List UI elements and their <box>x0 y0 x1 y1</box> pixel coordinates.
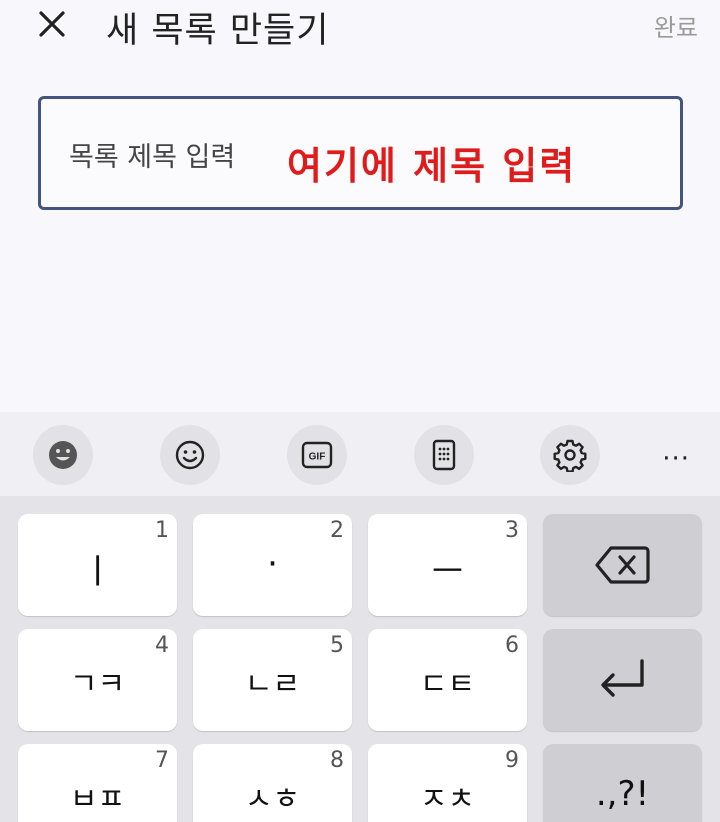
key-8[interactable]: 8 ㅅㅎ <box>193 744 352 822</box>
key-glyph: ㄴㄹ <box>244 667 301 702</box>
key-9[interactable]: 9 ㅈㅊ <box>368 744 527 822</box>
keypad-button[interactable] <box>414 425 474 485</box>
key-glyph: ㄷㅌ <box>419 667 476 702</box>
backspace-icon <box>594 546 650 584</box>
key-glyph: ㅣ <box>81 552 114 592</box>
create-list-screen: 새 목록 만들기 완료 목록 제목 입력 여기에 제목 입력 GIF ··· 1… <box>0 0 720 822</box>
emoji-face-button[interactable] <box>33 425 93 485</box>
settings-button[interactable] <box>540 425 600 485</box>
key-number: 2 <box>330 518 344 543</box>
key-glyph: ㅂㅍ <box>69 782 126 817</box>
key-6[interactable]: 6 ㄷㅌ <box>368 629 527 731</box>
gif-icon: GIF <box>301 441 333 469</box>
done-button[interactable]: 완료 <box>654 8 698 43</box>
annotation-text: 여기에 제목 입력 <box>287 144 577 188</box>
close-icon <box>39 11 65 37</box>
punctuation-key[interactable]: .,?! <box>543 744 702 822</box>
key-number: 1 <box>155 518 169 543</box>
key-7[interactable]: 7 ㅂㅍ <box>18 744 177 822</box>
header-bar: 새 목록 만들기 완료 <box>0 0 720 60</box>
enter-key[interactable] <box>543 629 702 731</box>
key-number: 8 <box>330 748 344 773</box>
keyboard-keys: 1 ㅣ 2 · 3 ㅡ 4 ㄱㅋ 5 ㄴㄹ 6 ㄷㅌ 7 ㅂㅍ 8 ㅅㅎ 9 ㅈ… <box>0 496 720 822</box>
keyboard-toolbar: GIF ··· <box>0 412 720 496</box>
key-number: 4 <box>155 633 169 658</box>
key-5[interactable]: 5 ㄴㄹ <box>193 629 352 731</box>
smiley-icon <box>175 440 205 470</box>
svg-text:GIF: GIF <box>309 452 326 463</box>
key-1[interactable]: 1 ㅣ <box>18 514 177 616</box>
page-title: 새 목록 만들기 <box>106 11 330 51</box>
gear-icon <box>553 439 587 472</box>
key-number: 3 <box>505 518 519 543</box>
key-number: 6 <box>505 633 519 658</box>
list-title-placeholder: 목록 제목 입력 <box>69 142 236 173</box>
key-number: 5 <box>330 633 344 658</box>
emoticon-button[interactable] <box>160 425 220 485</box>
key-glyph: · <box>267 544 278 584</box>
emoji-face-icon <box>49 441 77 469</box>
list-title-input[interactable]: 목록 제목 입력 여기에 제목 입력 <box>38 96 683 210</box>
key-glyph: ㅅㅎ <box>244 782 301 817</box>
more-options-button[interactable]: ··· <box>662 444 690 474</box>
keypad-icon <box>432 439 456 471</box>
key-3[interactable]: 3 ㅡ <box>368 514 527 616</box>
key-4[interactable]: 4 ㄱㅋ <box>18 629 177 731</box>
key-number: 7 <box>155 748 169 773</box>
key-glyph: ㅈㅊ <box>419 782 476 817</box>
key-number: 9 <box>505 748 519 773</box>
enter-icon <box>600 659 644 697</box>
gif-button[interactable]: GIF <box>287 425 347 485</box>
close-button[interactable] <box>32 4 72 44</box>
key-glyph: ㄱㅋ <box>69 667 126 702</box>
backspace-key[interactable] <box>543 514 702 616</box>
key-glyph: .,?! <box>595 774 650 814</box>
key-2[interactable]: 2 · <box>193 514 352 616</box>
key-glyph: ㅡ <box>431 552 464 592</box>
